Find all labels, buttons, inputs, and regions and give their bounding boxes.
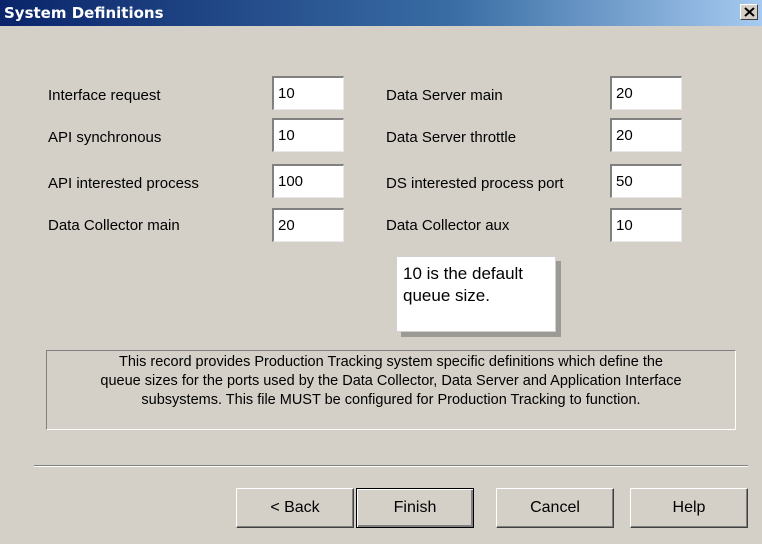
label-data-collector-main: Data Collector main xyxy=(48,217,180,234)
api-synchronous-field[interactable] xyxy=(272,118,344,152)
description-box: This record provides Production Tracking… xyxy=(46,350,736,430)
label-api-synchronous: API synchronous xyxy=(48,129,162,146)
api-interested-process-field[interactable] xyxy=(272,164,344,198)
back-button[interactable]: < Back xyxy=(236,488,354,528)
close-icon xyxy=(744,7,755,17)
cancel-button[interactable]: Cancel xyxy=(496,488,614,528)
tooltip-line-2: queue size. xyxy=(403,286,490,305)
label-data-collector-aux: Data Collector aux xyxy=(386,217,510,234)
tooltip: 10 is the default queue size. xyxy=(396,256,556,332)
description-line-3: subsystems. This file MUST be configured… xyxy=(141,392,641,408)
separator-highlight xyxy=(34,466,748,467)
label-interface-request: Interface request xyxy=(48,87,161,104)
finish-button[interactable]: Finish xyxy=(356,488,474,528)
window-title: System Definitions xyxy=(4,4,164,22)
data-server-throttle-field[interactable] xyxy=(610,118,682,152)
label-data-server-main: Data Server main xyxy=(386,87,503,104)
close-button[interactable] xyxy=(740,4,758,20)
tooltip-line-1: 10 is the default xyxy=(403,264,524,283)
label-ds-interested-process-port: DS interested process port xyxy=(386,175,564,192)
description-line-2: queue sizes for the ports used by the Da… xyxy=(100,373,682,389)
help-button[interactable]: Help xyxy=(630,488,748,528)
description-line-1: This record provides Production Tracking… xyxy=(118,354,663,370)
interface-request-field[interactable] xyxy=(272,76,344,110)
label-data-server-throttle: Data Server throttle xyxy=(386,129,517,146)
ds-interested-process-port-field[interactable] xyxy=(610,164,682,198)
data-server-main-field[interactable] xyxy=(610,76,682,110)
data-collector-aux-field[interactable] xyxy=(610,208,682,242)
data-collector-main-field[interactable] xyxy=(272,208,344,242)
title-bar: System Definitions xyxy=(0,0,762,26)
label-api-interested-process: API interested process xyxy=(48,175,199,192)
